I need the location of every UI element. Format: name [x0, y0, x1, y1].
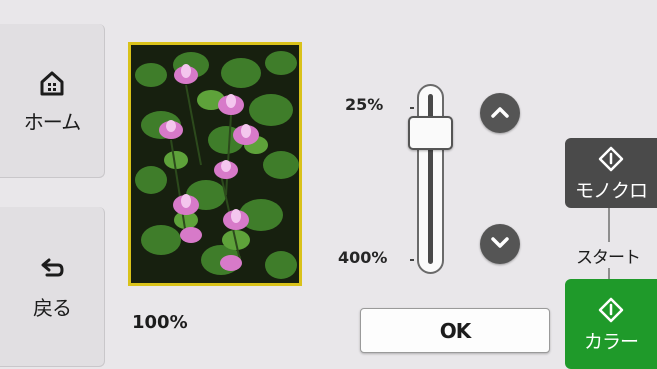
chevron-down-icon	[490, 235, 510, 254]
zoom-min-label: 25%	[345, 95, 384, 114]
back-button[interactable]: 戻る	[0, 207, 105, 367]
home-icon	[35, 66, 69, 100]
zoom-slider-thumb[interactable]	[408, 116, 453, 150]
zoom-value: 100%	[132, 312, 188, 333]
zoom-tick-bottom	[410, 259, 414, 261]
home-label: ホーム	[23, 110, 81, 134]
start-diamond-icon	[596, 144, 626, 174]
start-mono-label: モノクロ	[574, 179, 648, 202]
chevron-up-icon	[490, 104, 510, 123]
preview-image	[128, 42, 302, 286]
start-color-label: カラー	[583, 330, 639, 353]
back-arrow-icon	[35, 252, 69, 286]
start-diamond-icon	[596, 295, 626, 325]
home-button[interactable]: ホーム	[0, 24, 105, 178]
zoom-tick-top	[410, 107, 414, 109]
zoom-up-button[interactable]	[480, 93, 520, 133]
start-mono-button[interactable]: モノクロ	[565, 138, 657, 208]
start-connector-top	[608, 208, 610, 242]
zoom-max-label: 400%	[338, 248, 388, 267]
zoom-slider[interactable]	[417, 84, 444, 274]
zoom-down-button[interactable]	[480, 224, 520, 264]
ok-button[interactable]: OK	[360, 308, 550, 353]
back-label: 戻る	[33, 296, 72, 320]
start-label: スタート	[574, 243, 642, 268]
start-color-button[interactable]: カラー	[565, 279, 657, 369]
